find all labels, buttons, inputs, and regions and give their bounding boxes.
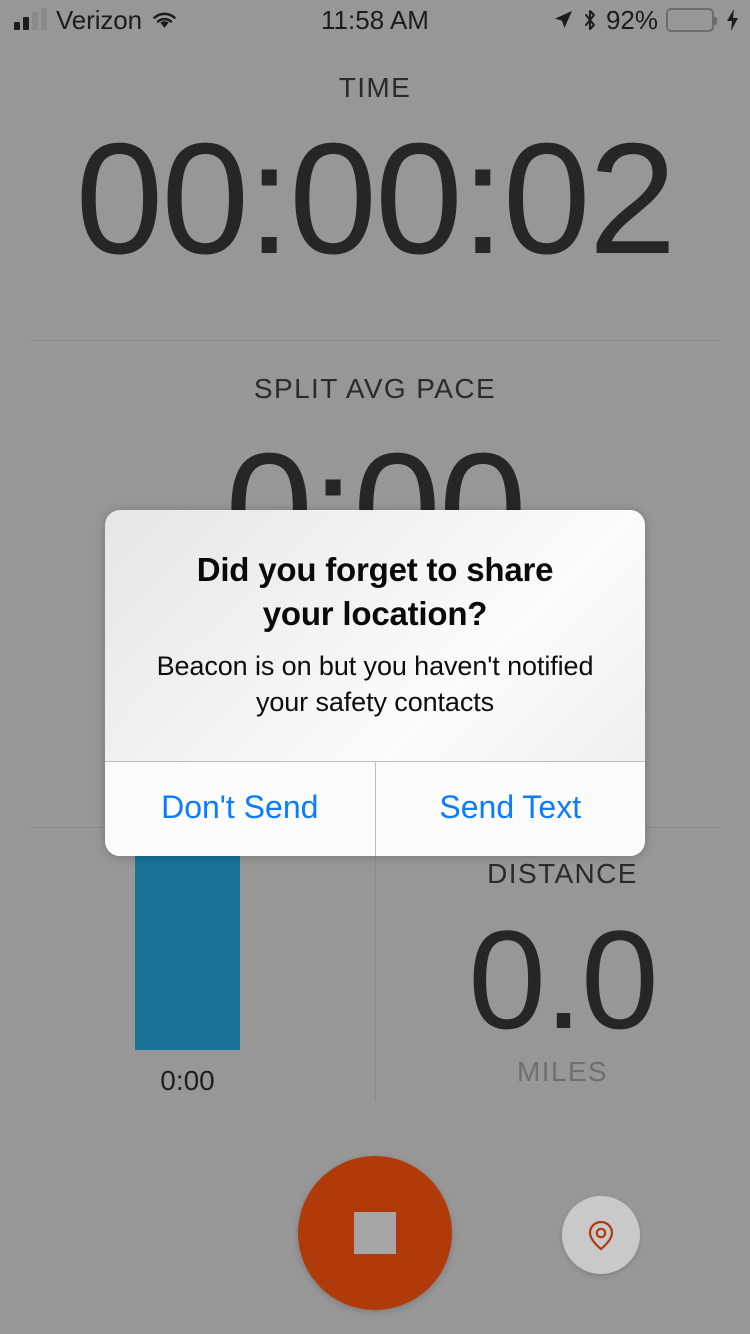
distance-panel: DISTANCE 0.0 MILES [375,850,750,1105]
distance-label: DISTANCE [375,858,750,890]
send-text-button[interactable]: Send Text [375,762,646,856]
chart-bar [135,850,240,1050]
chart-plot [0,850,375,1050]
alert-body: Did you forget to share your location? B… [105,510,645,761]
alert-message-line2: your safety contacts [135,685,615,721]
location-arrow-icon [552,9,574,31]
beacon-button[interactable] [562,1196,640,1274]
alert-title-line1: Did you forget to share [135,548,615,592]
distance-value: 0.0 [375,910,750,1050]
status-bar-right: 92% [552,5,740,36]
battery-icon [666,8,714,32]
stop-button[interactable] [298,1156,452,1310]
bluetooth-icon [582,9,598,31]
status-bar: Verizon 11:58 AM 92% [0,0,750,40]
stop-square-icon [354,1212,396,1254]
alert-message-line1: Beacon is on but you haven't notified [135,649,615,685]
time-label: TIME [0,72,750,104]
charging-bolt-icon [722,8,740,32]
alert-message: Beacon is on but you haven't notified yo… [135,649,615,721]
distance-unit: MILES [375,1056,750,1088]
split-chart: 0:00 [0,850,375,1105]
alert-dialog: Did you forget to share your location? B… [105,510,645,856]
alert-title: Did you forget to share your location? [135,548,615,635]
alert-actions: Don't Send Send Text [105,761,645,856]
alert-title-line2: your location? [135,592,615,636]
app-screen: Verizon 11:58 AM 92% [0,0,750,1334]
divider-top [30,340,720,341]
time-value: 00:00:02 [0,120,750,278]
map-pin-icon [581,1215,621,1255]
split-avg-pace-label: SPLIT AVG PACE [0,373,750,405]
dont-send-button[interactable]: Don't Send [105,762,375,856]
battery-percent: 92% [606,5,658,36]
chart-bar-label: 0:00 [105,1065,270,1097]
